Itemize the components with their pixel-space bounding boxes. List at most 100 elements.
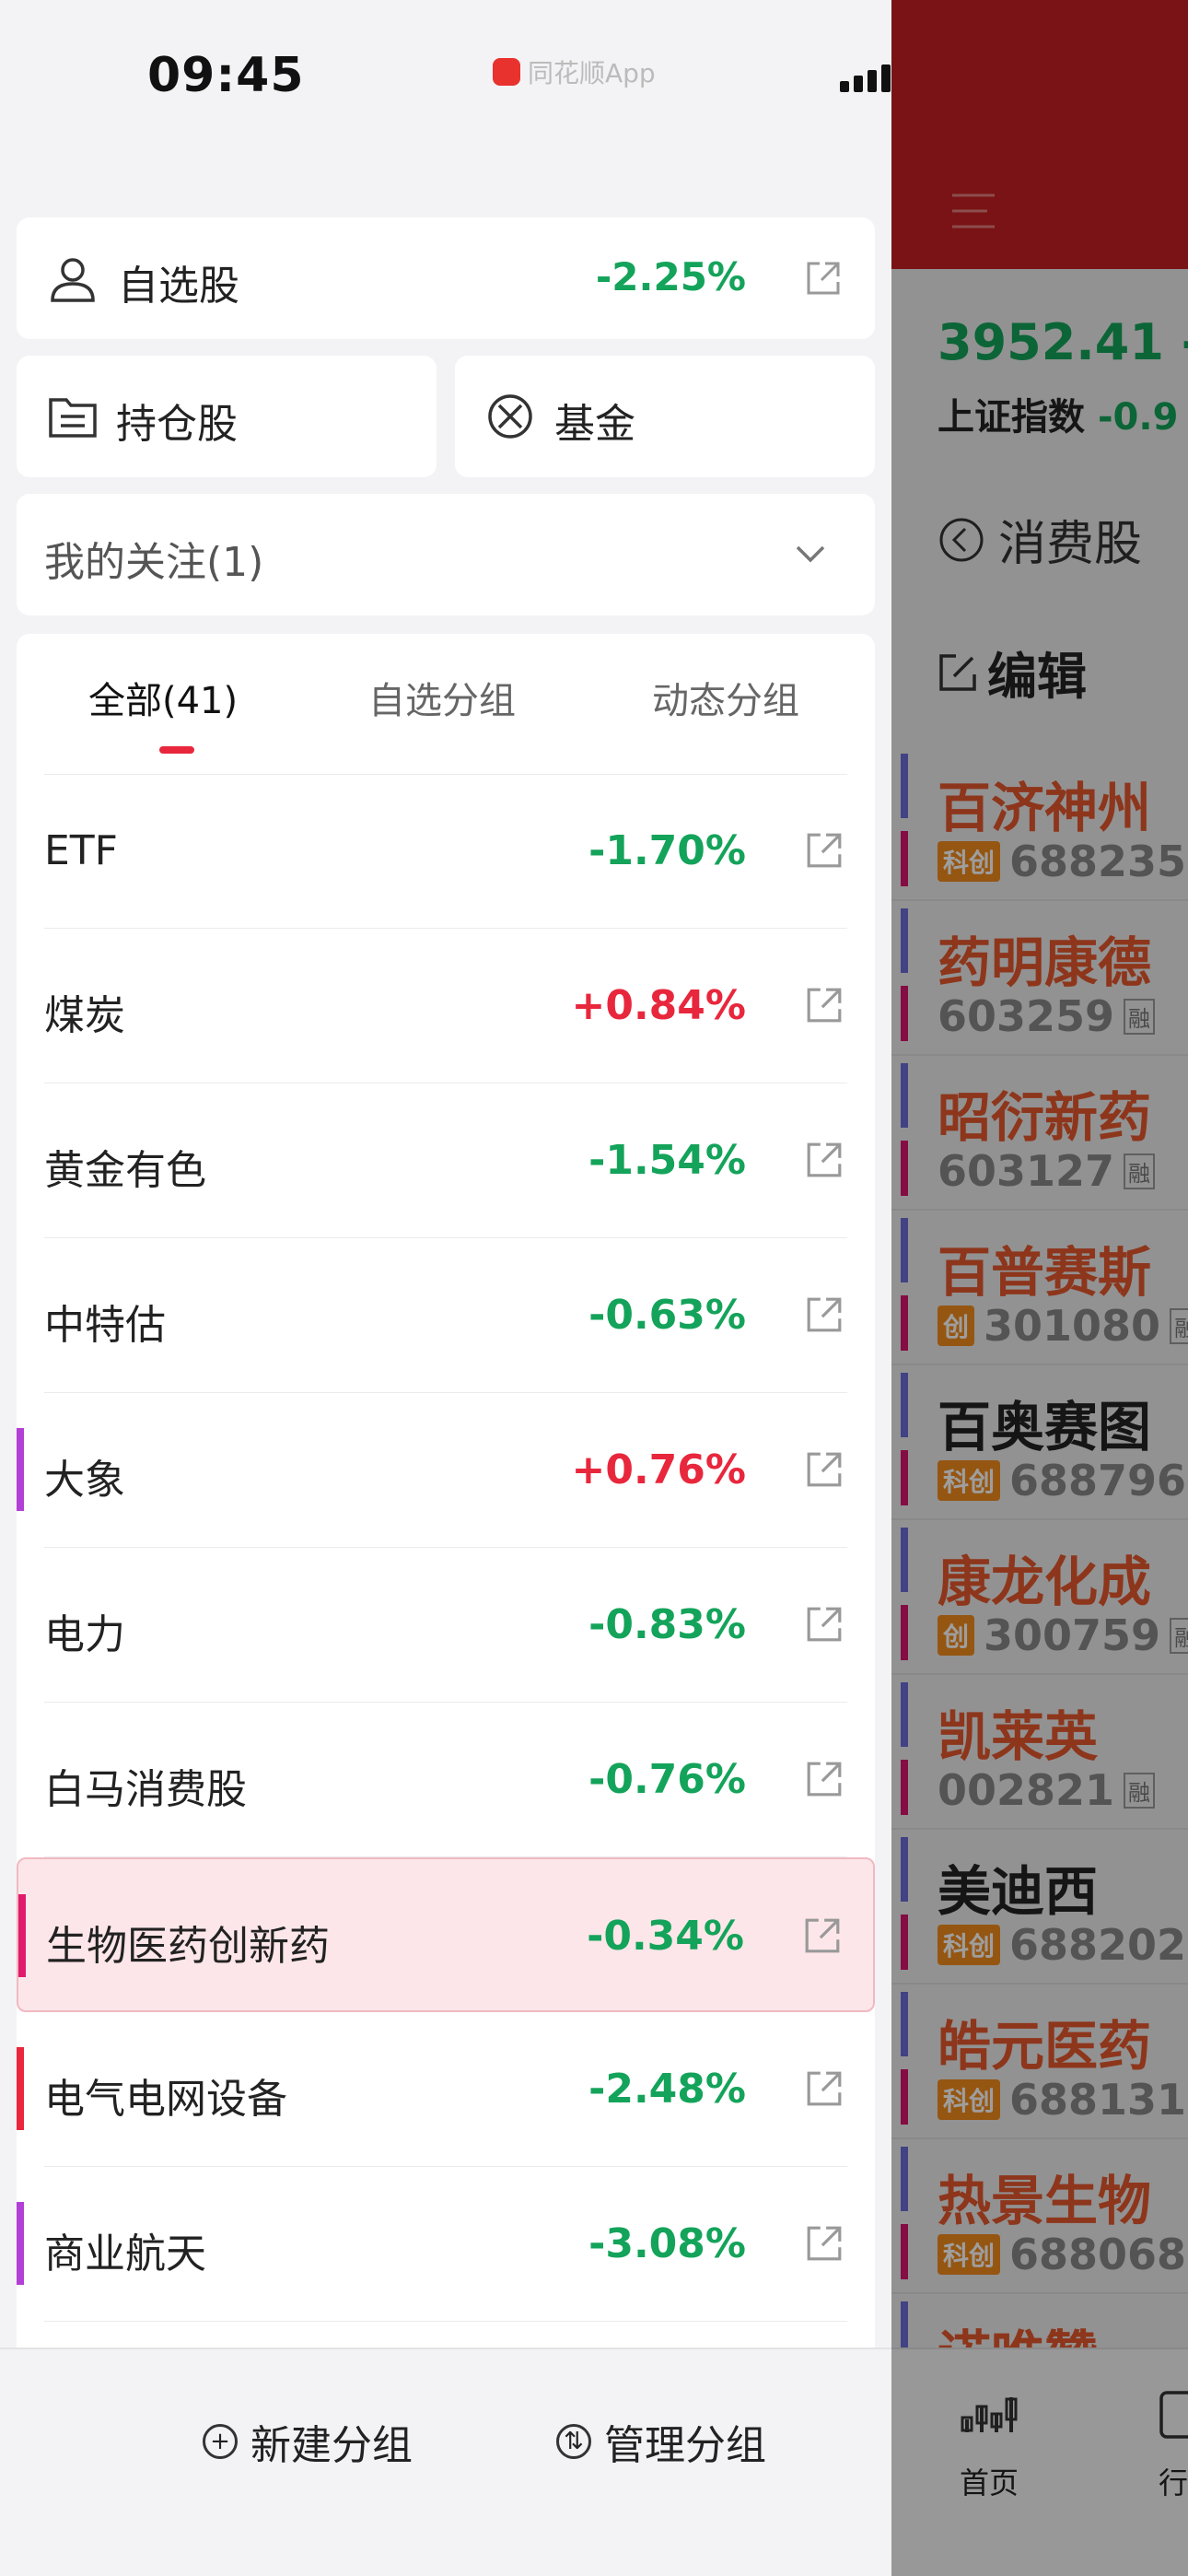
stock-marker [901, 1373, 908, 1437]
board-tag: 创 [938, 1306, 975, 1346]
funds-card[interactable]: 基金 [455, 356, 875, 477]
stock-code: 688202 [1009, 1920, 1187, 1970]
group-row[interactable]: 商业航天 -3.08% [17, 2167, 875, 2322]
group-row[interactable]: 电气电网设备 -2.48% [17, 2012, 875, 2167]
stock-marker [901, 1605, 908, 1660]
group-name: 电力 [44, 1611, 125, 1658]
holdings-card[interactable]: 持仓股 [17, 356, 437, 477]
group-change: -3.08% [588, 2220, 746, 2267]
follow-card[interactable]: 我的关注(1) [17, 494, 875, 615]
group-tabs: 全部(41) 自选分组 动态分组 [17, 634, 875, 754]
stock-name: 凯莱英 [938, 1705, 1099, 1768]
group-change: -0.76% [588, 1756, 746, 1803]
external-link-icon[interactable] [805, 1141, 844, 1179]
group-color-marker [17, 2047, 24, 2130]
background-app: 3952.41 -3 上证指数 -0.9 消费股 编辑 百济神州科创688235… [891, 0, 1188, 2576]
board-tag: 科创 [938, 1925, 1001, 1965]
chevron-down-icon[interactable] [794, 542, 827, 566]
group-row[interactable]: 大象 +0.76% [17, 1393, 875, 1548]
stock-marker [901, 1682, 908, 1747]
stock-name: 药明康德 [938, 931, 1152, 994]
board-tag: 科创 [938, 2079, 1001, 2120]
stock-name: 皓元医药 [938, 2015, 1152, 2078]
stock-marker [901, 1063, 908, 1128]
stock-code: 603127 [938, 1146, 1115, 1196]
background-stock-row: 药明康德 603259 融 [891, 899, 1188, 1056]
index-name: 上证指数 -0.9 [938, 396, 1179, 439]
stock-code-line: 002821 融 [938, 1765, 1156, 1815]
stock-marker [901, 1295, 908, 1351]
group-row[interactable]: 生物医药创新药 -0.34% [17, 1857, 875, 2012]
stock-code: 688796 [1009, 1456, 1187, 1505]
folder-icon [49, 398, 97, 438]
stock-code: 603259 [938, 991, 1115, 1041]
margin-tag: 融 [1124, 1153, 1156, 1189]
tab-custom-groups[interactable]: 自选分组 [368, 671, 516, 724]
group-name: 生物医药创新药 [46, 1923, 330, 1970]
stock-code-line: 创 300759 融 [938, 1610, 1188, 1660]
stock-code: 301080 [984, 1301, 1161, 1351]
group-name: 商业航天 [44, 2231, 206, 2277]
stock-code-line: 603259 融 [938, 991, 1156, 1041]
group-row[interactable]: 电力 -0.83% [17, 1548, 875, 1703]
new-group-button[interactable]: + 新建分组 [203, 2412, 413, 2471]
external-link-icon[interactable] [805, 1450, 844, 1489]
external-link-icon[interactable] [805, 831, 844, 870]
tab-all[interactable]: 全部(41) [88, 671, 238, 724]
stock-marker [901, 908, 908, 973]
stock-code-line: 创 301080 融 [938, 1301, 1188, 1351]
external-link-icon[interactable] [805, 1760, 844, 1798]
group-name: 电气电网设备 [44, 2076, 287, 2123]
holdings-label: 持仓股 [116, 401, 238, 448]
app-indicator: 同花顺App [493, 53, 656, 90]
stock-marker [901, 1528, 908, 1592]
margin-tag: 融 [1124, 998, 1156, 1035]
stock-name: 热景生物 [938, 2170, 1152, 2232]
plus-circle-icon: + [203, 2424, 238, 2459]
group-drawer: 09:45 同花顺App 自选股 -2.25% 持仓股 基金 我的关注(1) 全… [0, 0, 891, 2576]
user-icon [51, 258, 95, 302]
group-name: 煤炭 [44, 992, 125, 1039]
external-link-icon[interactable] [805, 260, 842, 297]
group-change: -0.83% [588, 1601, 746, 1648]
external-link-icon[interactable] [805, 2224, 844, 2263]
external-link-icon[interactable] [805, 2069, 844, 2108]
cellular-signal-icon [840, 64, 891, 92]
external-link-icon[interactable] [805, 986, 844, 1025]
index-value: 3952.41 -3 [938, 313, 1188, 371]
stock-marker [901, 2069, 908, 2125]
nav-home-label: 首页 [960, 2465, 1019, 2500]
back-icon [939, 518, 984, 561]
group-row[interactable]: 黄金有色 -1.54% [17, 1083, 875, 1238]
group-row[interactable]: 白马消费股 -0.76% [17, 1703, 875, 1857]
stock-code-line: 科创 688068 [938, 2230, 1186, 2279]
external-link-icon[interactable] [805, 1605, 844, 1644]
fund-icon [488, 394, 532, 439]
nav-market-label: 行 [1159, 2465, 1188, 2500]
stock-code-line: 科创 688202 [938, 1920, 1186, 1970]
bottom-action-bar: + 新建分组 ⇅ 管理分组 [0, 2348, 891, 2576]
group-row[interactable]: ETF -1.70% [17, 774, 875, 929]
external-link-icon[interactable] [805, 1295, 844, 1334]
board-tag: 科创 [938, 2234, 1001, 2275]
group-row[interactable]: 中特估 -0.63% [17, 1238, 875, 1393]
group-color-marker [17, 2202, 24, 2285]
sector-title: 消费股 [938, 505, 1142, 574]
stock-marker [901, 1218, 908, 1282]
group-name: 大象 [44, 1457, 125, 1504]
watchlist-label: 自选股 [118, 263, 239, 310]
external-link-icon[interactable] [803, 1916, 842, 1955]
tab-dynamic-groups[interactable]: 动态分组 [652, 671, 799, 724]
manage-group-button[interactable]: ⇅ 管理分组 [556, 2412, 766, 2471]
edit-label: 编辑 [938, 636, 1087, 708]
background-stock-row: 百济神州 科创 688235 [891, 744, 1188, 901]
group-change: -1.54% [588, 1137, 746, 1184]
watchlist-card[interactable]: 自选股 -2.25% [17, 217, 875, 339]
group-change: +0.84% [571, 982, 746, 1029]
new-group-label: 新建分组 [250, 2422, 413, 2469]
board-tag: 科创 [938, 841, 1001, 882]
group-change: -0.63% [588, 1292, 746, 1339]
group-row[interactable]: 煤炭 +0.84% [17, 929, 875, 1083]
stock-marker [901, 1141, 908, 1196]
stock-marker [901, 831, 908, 886]
